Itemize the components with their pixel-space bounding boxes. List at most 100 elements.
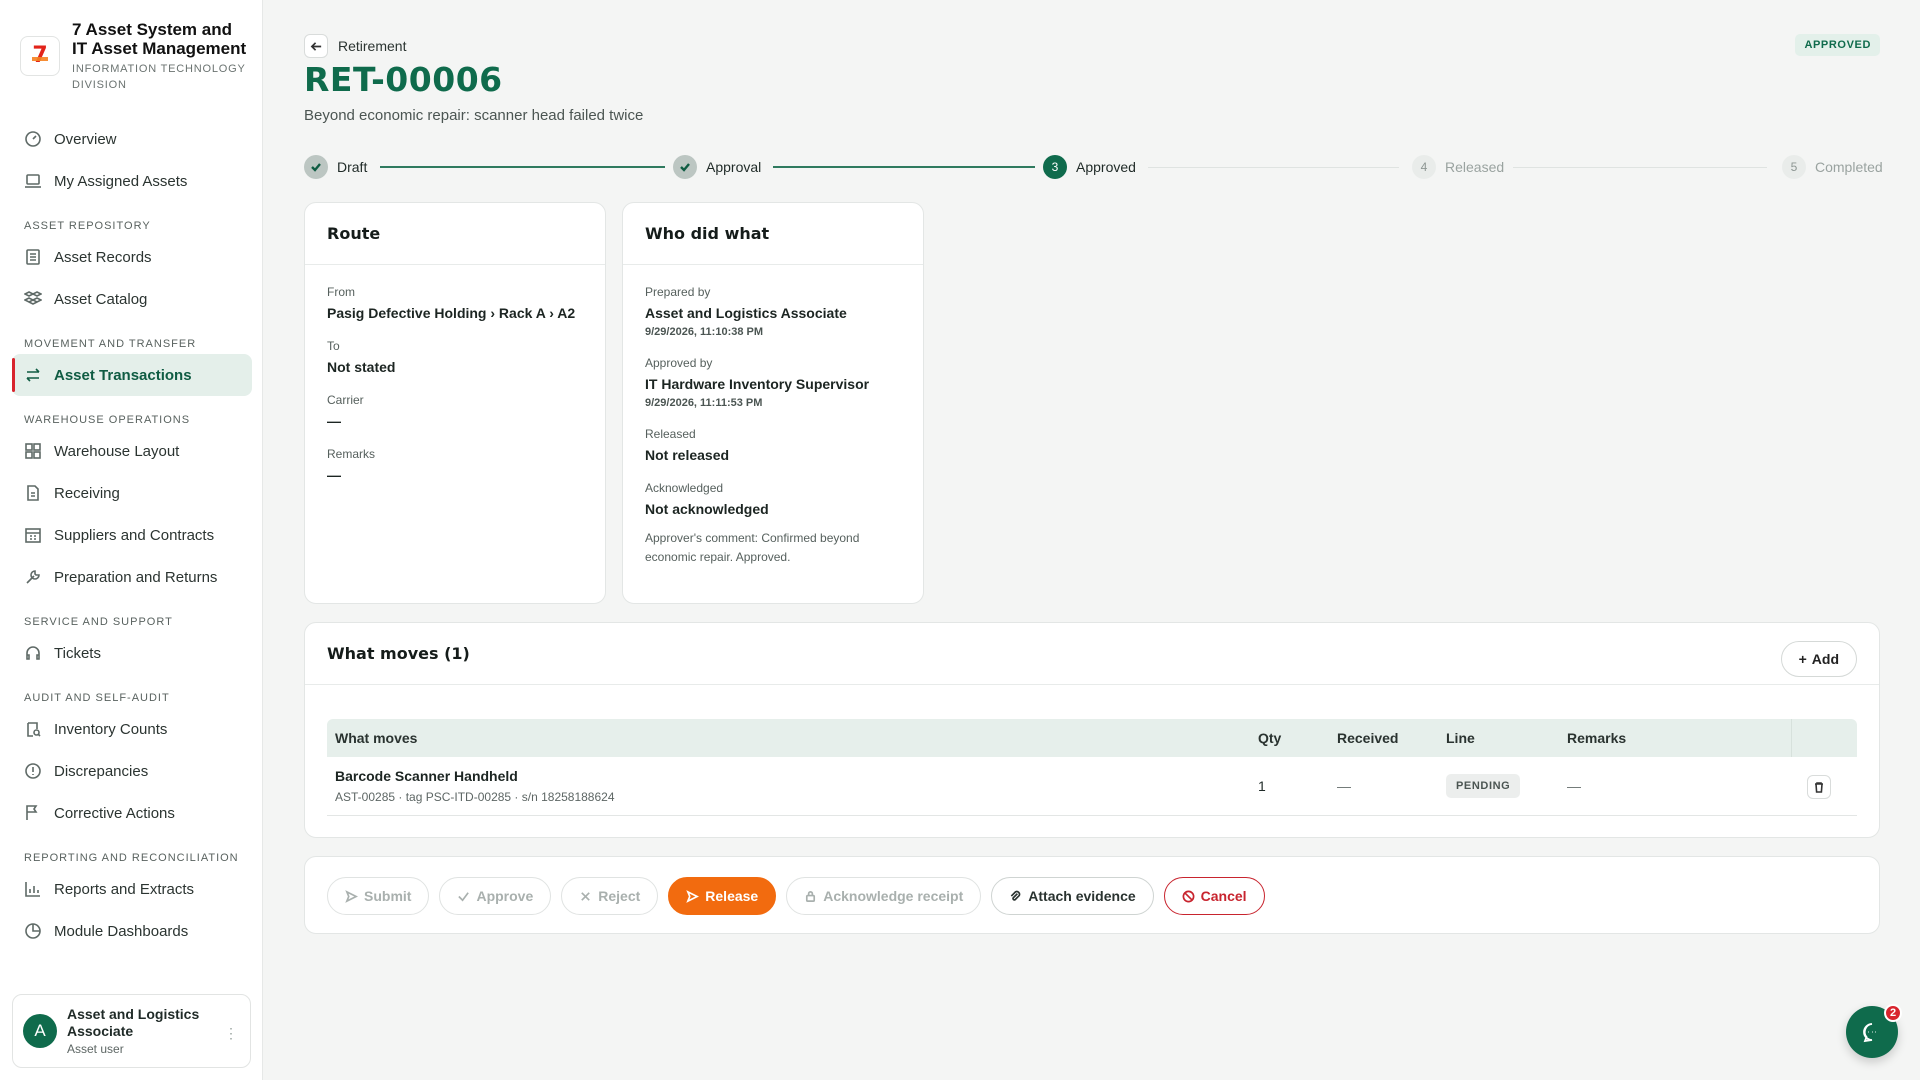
to-label: To <box>327 339 340 353</box>
sidebar-item-overview[interactable]: Overview <box>12 118 252 160</box>
remarks-value: — <box>327 467 341 483</box>
delete-row-button[interactable] <box>1807 775 1831 799</box>
prepared-by-value: Asset and Logistics Associate <box>645 305 847 321</box>
sidebar-item-asset-catalog[interactable]: Asset Catalog <box>12 278 252 320</box>
release-button[interactable]: Release <box>668 877 777 915</box>
trash-icon <box>1815 782 1823 793</box>
card-title: Route <box>305 203 605 265</box>
remarks-label: Remarks <box>327 447 376 461</box>
sidebar-item-label: Overview <box>54 130 117 148</box>
cancel-button[interactable]: Cancel <box>1163 877 1265 915</box>
sidebar-item-label: Receiving <box>54 484 120 502</box>
column-header: Qty <box>1258 730 1282 746</box>
approve-button[interactable]: Approve <box>439 877 552 915</box>
gauge-icon <box>25 131 41 147</box>
sidebar-item-module-dashboards[interactable]: Module Dashboards <box>12 910 252 940</box>
reject-label: Reject <box>598 888 641 904</box>
sidebar-item-inventory-counts[interactable]: Inventory Counts <box>12 708 252 750</box>
step-approval: Approval <box>673 155 761 179</box>
approved-timestamp: 9/29/2026, 11:11:53 PM <box>645 397 763 409</box>
reject-button[interactable]: Reject <box>561 877 659 915</box>
sidebar-item-label: Warehouse Layout <box>54 442 180 460</box>
page-title: RET-00006 <box>304 60 503 99</box>
back-button[interactable] <box>304 34 328 58</box>
column-header: What moves <box>335 730 418 746</box>
flag-icon <box>26 805 38 820</box>
sidebar-item-asset-records[interactable]: Asset Records <box>12 236 252 278</box>
sidebar-item-warehouse-layout[interactable]: Warehouse Layout <box>12 430 252 472</box>
card-title: Who did what <box>623 203 923 265</box>
pie-chart-icon <box>25 923 41 939</box>
attach-evidence-label: Attach evidence <box>1028 888 1136 904</box>
more-vertical-icon[interactable]: ⋮ <box>224 1025 238 1042</box>
sidebar-item-label: Tickets <box>54 644 101 662</box>
check-icon <box>680 163 690 172</box>
step-label: Completed <box>1815 159 1883 175</box>
sidebar-item-label: Module Dashboards <box>54 923 189 940</box>
released-value: Not released <box>645 447 730 463</box>
attach-evidence-button[interactable]: Attach evidence <box>991 877 1154 915</box>
seven-eleven-logo-icon: 7 <box>32 43 48 68</box>
carrier-value: — <box>327 413 341 429</box>
sidebar-item-receiving[interactable]: Receiving <box>12 472 252 514</box>
sidebar-item-label: Discrepancies <box>54 762 149 780</box>
app-subtitle: INFORMATION TECHNOLOGY DIVISION <box>72 63 246 91</box>
acknowledged-value: Not acknowledged <box>645 501 769 517</box>
notification-badge: 2 <box>1884 1004 1902 1022</box>
sidebar-item-tickets[interactable]: Tickets <box>12 632 252 674</box>
plus-icon: + <box>1798 651 1807 667</box>
user-role: Asset user <box>67 1042 124 1056</box>
table-header: What moves Qty Received Line Remarks <box>327 719 1857 757</box>
sidebar-item-reports-and-extracts[interactable]: Reports and Extracts <box>12 868 252 910</box>
sidebar-item-label: Corrective Actions <box>54 804 175 822</box>
sidebar-item-corrective-actions[interactable]: Corrective Actions <box>12 792 252 834</box>
sidebar-item-my-assigned-assets[interactable]: My Assigned Assets <box>12 160 252 202</box>
sidebar-item-asset-transactions[interactable]: Asset Transactions <box>12 354 252 396</box>
paperclip-icon <box>1010 890 1021 901</box>
step-connector <box>1513 167 1767 168</box>
section-movement-and-transfer: MOVEMENT AND TRANSFER <box>24 338 197 350</box>
approver-comment: Approver's comment: Confirmed beyond eco… <box>645 531 860 564</box>
action-bar: Submit Approve Reject Release Acknowledg… <box>327 877 1265 915</box>
add-button[interactable]: + Add <box>1780 641 1857 677</box>
sidebar-item-label: Asset Catalog <box>54 290 148 308</box>
item-remarks: — <box>1567 778 1581 794</box>
prepared-timestamp: 9/29/2026, 11:10:38 PM <box>645 326 764 338</box>
brand-logo: 7 <box>20 36 60 76</box>
sidebar-item-preparation-and-returns[interactable]: Preparation and Returns <box>12 556 252 598</box>
acknowledge-label: Acknowledge receipt <box>823 888 964 904</box>
headset-icon <box>26 646 40 660</box>
lock-icon <box>806 890 816 902</box>
sidebar-item-label: Preparation and Returns <box>54 568 218 586</box>
approved-by-value: IT Hardware Inventory Supervisor <box>645 376 870 392</box>
submit-button[interactable]: Submit <box>327 877 430 915</box>
avatar: A <box>23 1014 57 1048</box>
line-status-badge: PENDING <box>1446 774 1521 798</box>
from-value: Pasig Defective Holding › Rack A › A2 <box>327 305 576 321</box>
sidebar-item-discrepancies[interactable]: Discrepancies <box>12 750 252 792</box>
item-qty: 1 <box>1258 778 1266 794</box>
section-warehouse-operations: WAREHOUSE OPERATIONS <box>24 414 191 426</box>
sidebar-item-label: Suppliers and Contracts <box>54 526 215 544</box>
sidebar-item-label: My Assigned Assets <box>54 172 188 190</box>
bar-chart-icon <box>25 882 40 897</box>
add-button-label: Add <box>1811 651 1839 667</box>
who-did-what-card: Who did what Prepared by Asset and Logis… <box>622 202 924 604</box>
arrow-left-icon <box>310 41 321 51</box>
column-header-actions <box>1791 719 1857 757</box>
sidebar-item-suppliers-and-contracts[interactable]: Suppliers and Contracts <box>12 514 252 556</box>
step-connector <box>773 166 1035 168</box>
step-todo-dot: 4 <box>1412 155 1436 179</box>
acknowledge-receipt-button[interactable]: Acknowledge receipt <box>786 877 982 915</box>
approve-label: Approve <box>476 888 534 904</box>
chat-button[interactable]: 2 <box>1846 1004 1902 1058</box>
sidebar-nav: Overview My Assigned Assets ASSET REPOSI… <box>12 118 252 940</box>
step-released: 4 Released <box>1412 155 1504 179</box>
what-moves-card: What moves (1) + Add What moves Qty Rece… <box>304 622 1880 838</box>
sidebar-item-label: Inventory Counts <box>54 720 168 738</box>
progress-stepper: Draft Approval 3 Approved 4 Released 5 C… <box>304 155 1883 179</box>
user-card[interactable]: A Asset and Logistics Associate Asset us… <box>12 994 251 1068</box>
list-icon <box>26 249 40 265</box>
from-label: From <box>327 285 355 299</box>
arrows-swap-icon <box>26 368 40 382</box>
